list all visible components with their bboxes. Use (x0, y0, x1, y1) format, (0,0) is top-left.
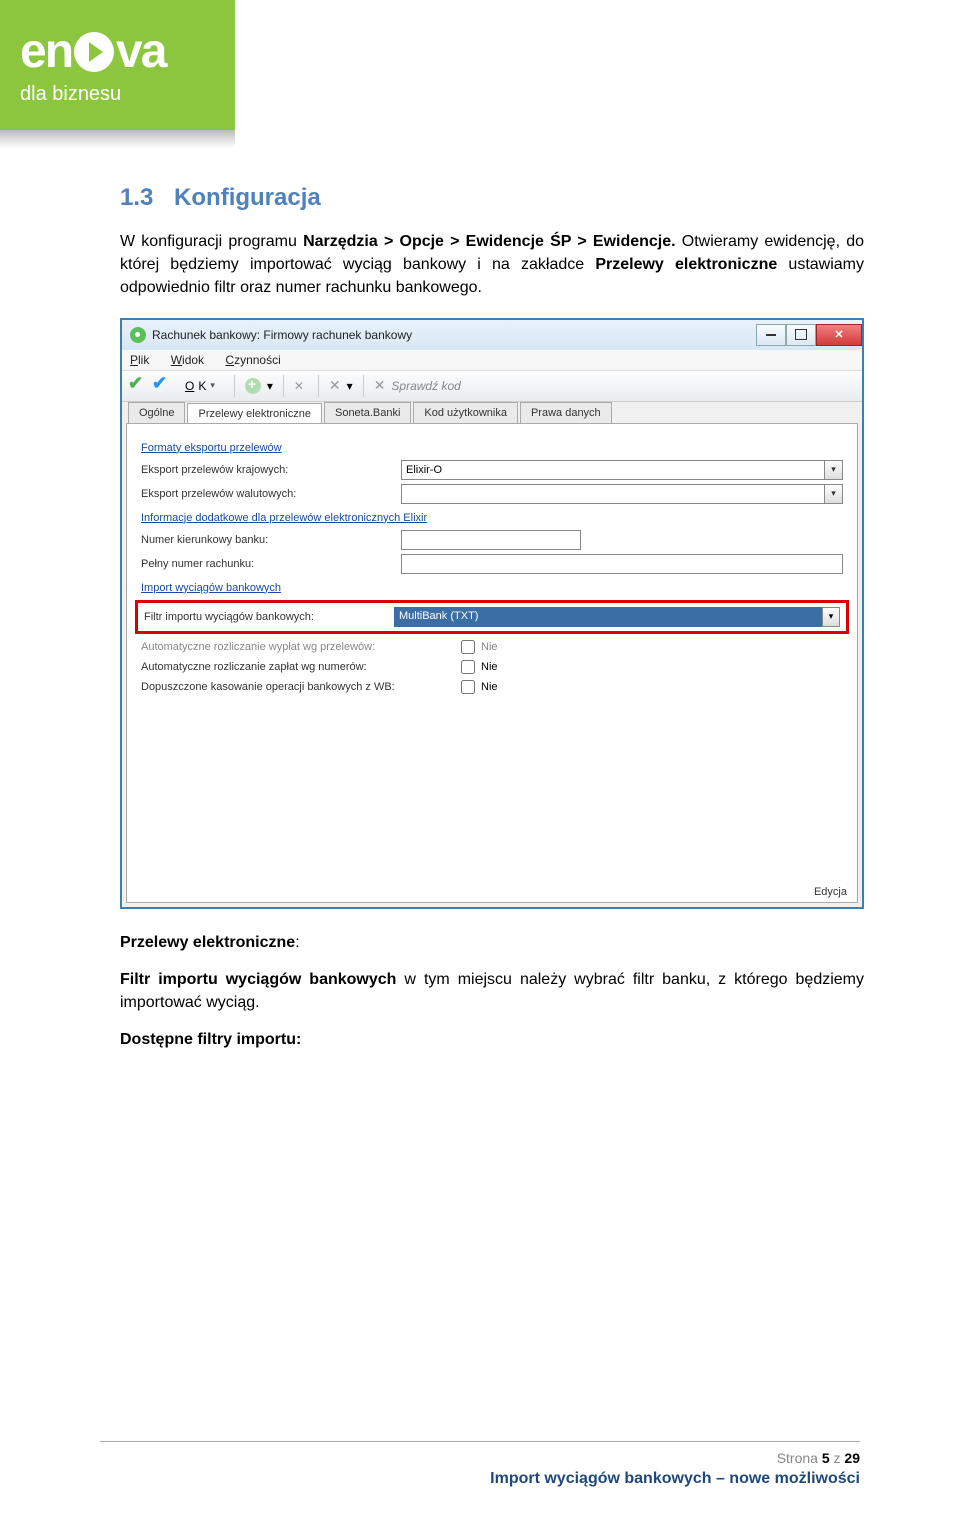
chk-auto-wyplat[interactable] (461, 640, 475, 654)
maximize-button[interactable] (786, 324, 816, 346)
input-eksport-wal[interactable] (401, 484, 825, 504)
logo-shadow (0, 130, 235, 148)
check-icon[interactable] (374, 377, 386, 394)
page-number: Strona 5 z 29 (100, 1450, 860, 1466)
ok-icon (128, 377, 146, 395)
section-number: 1.3 (120, 184, 153, 211)
lbl-kasowanie: Dopuszczone kasowanie operacji bankowych… (141, 681, 461, 693)
lbl-eksport-wal: Eksport przelewów walutowych: (141, 488, 401, 500)
section-heading: 1.3 Konfiguracja (120, 184, 864, 212)
tabstrip: Ogólne Przelewy elektroniczne Soneta.Ban… (122, 402, 862, 423)
input-kierunkowy[interactable] (401, 530, 581, 550)
group-formaty: Formaty eksportu przelewów (141, 442, 843, 454)
tab-ogolne[interactable]: Ogólne (128, 402, 185, 423)
play-icon (74, 32, 114, 72)
after-paragraph: Filtr importu wyciągów bankowych w tym m… (120, 968, 864, 1014)
toolbar: OK ▾ ▾ ▾ Sprawdź kod (122, 371, 862, 402)
brand-name: en va (20, 24, 215, 79)
dropdown-eksport-wal[interactable]: ▾ (825, 484, 843, 504)
status-edycja: Edycja (814, 886, 847, 898)
group-import: Import wyciągów bankowych (141, 582, 843, 594)
brand-va: va (116, 24, 165, 79)
menu-czynnosci[interactable]: Czynności (225, 353, 280, 367)
window-title: Rachunek bankowy: Firmowy rachunek banko… (152, 328, 412, 342)
minimize-button[interactable] (756, 324, 786, 346)
filters-heading: Dostępne filtry importu: (120, 1028, 864, 1051)
input-eksport-kraj[interactable] (401, 460, 825, 480)
ok-icon-2 (152, 377, 170, 395)
input-rachunek[interactable] (401, 554, 843, 574)
add-icon[interactable] (245, 378, 261, 394)
delete-icon[interactable] (294, 379, 308, 393)
page-footer: Strona 5 z 29 Import wyciągów bankowych … (0, 1441, 960, 1488)
footer-title: Import wyciągów bankowych – nowe możliwo… (100, 1470, 860, 1488)
dropdown-filtr-import[interactable]: ▾ (822, 607, 840, 627)
titlebar: Rachunek bankowy: Firmowy rachunek banko… (122, 320, 862, 350)
brand-subtitle: dla biznesu (20, 83, 215, 106)
lbl-auto-zaplat: Automatyczne rozliczanie zapłat wg numer… (141, 661, 461, 673)
tab-kod[interactable]: Kod użytkownika (413, 402, 518, 423)
chk-auto-zaplat[interactable] (461, 660, 475, 674)
lbl-filtr-import: Filtr importu wyciągów bankowych: (144, 611, 394, 623)
section-title: Konfiguracja (174, 184, 321, 211)
chk-kasowanie[interactable] (461, 680, 475, 694)
tools-icon[interactable] (329, 377, 341, 394)
intro-paragraph: W konfiguracji programu Narzędzia > Opcj… (120, 230, 864, 300)
tab-prawa[interactable]: Prawa danych (520, 402, 612, 423)
group-elixir: Informacje dodatkowe dla przelewów elekt… (141, 512, 843, 524)
menu-plik[interactable]: Plik (130, 353, 149, 367)
lbl-kierunkowy: Numer kierunkowy banku: (141, 534, 401, 546)
app-icon (130, 327, 146, 343)
menubar: Plik Widok Czynności (122, 350, 862, 371)
after-heading: Przelewy elektroniczne: (120, 931, 864, 954)
brand-en: en (20, 24, 72, 79)
panel: Formaty eksportu przelewów Eksport przel… (126, 423, 858, 903)
dropdown-eksport-kraj[interactable]: ▾ (825, 460, 843, 480)
lbl-rachunek: Pełny numer rachunku: (141, 558, 401, 570)
select-filtr-import[interactable]: MultiBank (TXT) (394, 607, 822, 627)
close-button[interactable]: ✕ (816, 324, 862, 346)
highlighted-row: Filtr importu wyciągów bankowych: MultiB… (135, 600, 849, 634)
menu-widok[interactable]: Widok (171, 353, 204, 367)
lbl-auto-wyplat: Automatyczne rozliczanie wypłat wg przel… (141, 641, 461, 653)
ok-button[interactable]: OK ▾ (176, 376, 224, 396)
tab-przelewy[interactable]: Przelewy elektroniczne (187, 403, 322, 424)
tab-soneta[interactable]: Soneta.Banki (324, 402, 411, 423)
brand-logo: en va dla biznesu (0, 0, 235, 130)
check-code-label[interactable]: Sprawdź kod (391, 379, 460, 393)
screenshot-window: Rachunek bankowy: Firmowy rachunek banko… (120, 318, 864, 909)
lbl-eksport-kraj: Eksport przelewów krajowych: (141, 464, 401, 476)
